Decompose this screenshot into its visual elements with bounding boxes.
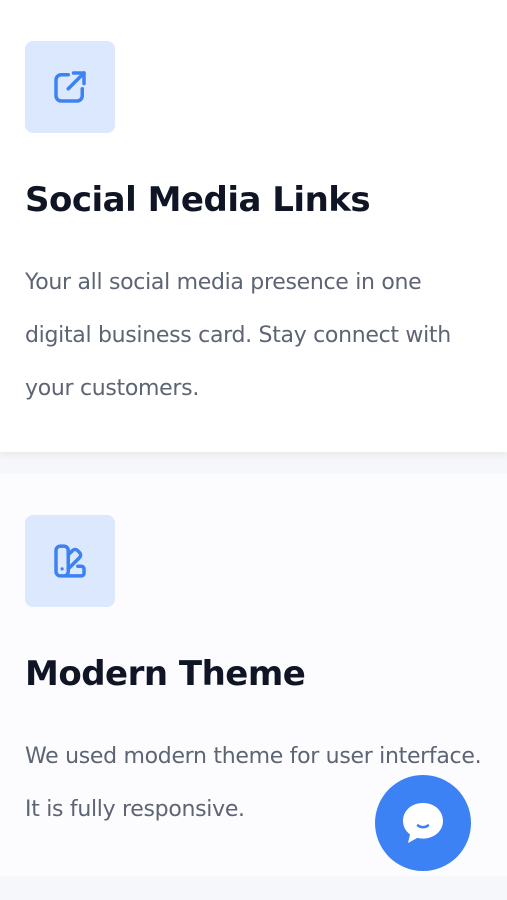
feature-description: Your all social media presence in one di… xyxy=(25,270,451,401)
feature-title: Social Media Links xyxy=(25,180,371,220)
feature-icon-box xyxy=(25,515,115,607)
features-page: Social Media Links Your all social media… xyxy=(0,0,507,900)
feature-icon-box xyxy=(25,41,115,133)
palette-swatch-icon xyxy=(54,544,86,578)
feature-card-social-media-links: Social Media Links Your all social media… xyxy=(0,0,507,452)
chat-bubble-icon xyxy=(403,803,443,843)
external-link-icon xyxy=(54,71,86,103)
chat-widget-button[interactable] xyxy=(375,775,471,871)
feature-title: Modern Theme xyxy=(25,654,306,694)
